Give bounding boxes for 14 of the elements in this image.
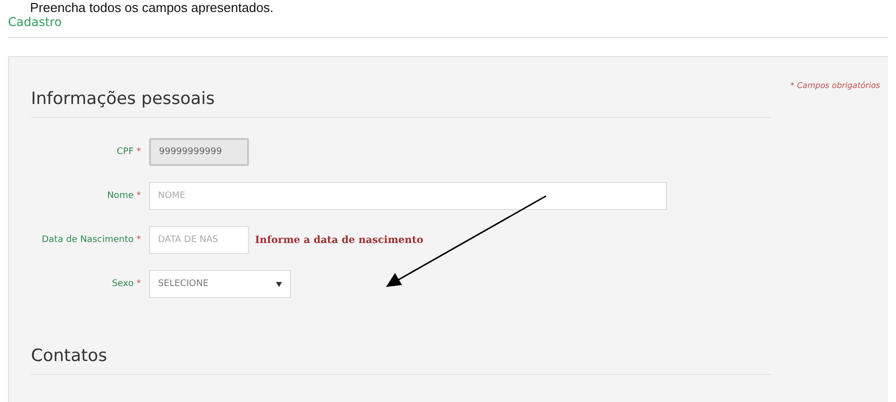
breadcrumb-link[interactable]: Cadastro [8, 15, 62, 29]
input-field[interactable]: NOME [149, 182, 667, 210]
instruction-text: Preencha todos os campos apresentados. [29, 0, 275, 15]
field-label: Data de Nascimento * [40, 234, 141, 247]
field-label: CPF * [116, 146, 141, 159]
caret-icon [276, 282, 282, 286]
sex-dropdown[interactable]: SELECIONE [149, 270, 291, 298]
input-field[interactable]: DATA DE NAS [149, 226, 249, 254]
error-message: Informe a data de nascimento [255, 234, 424, 246]
section-heading: Contatos [31, 334, 771, 375]
field-label: Sexo * [110, 278, 141, 291]
field-label: Nome * [106, 190, 141, 203]
section-heading: Informações pessoais [31, 77, 771, 118]
required-note: * Campos obrigatórios [790, 81, 880, 90]
